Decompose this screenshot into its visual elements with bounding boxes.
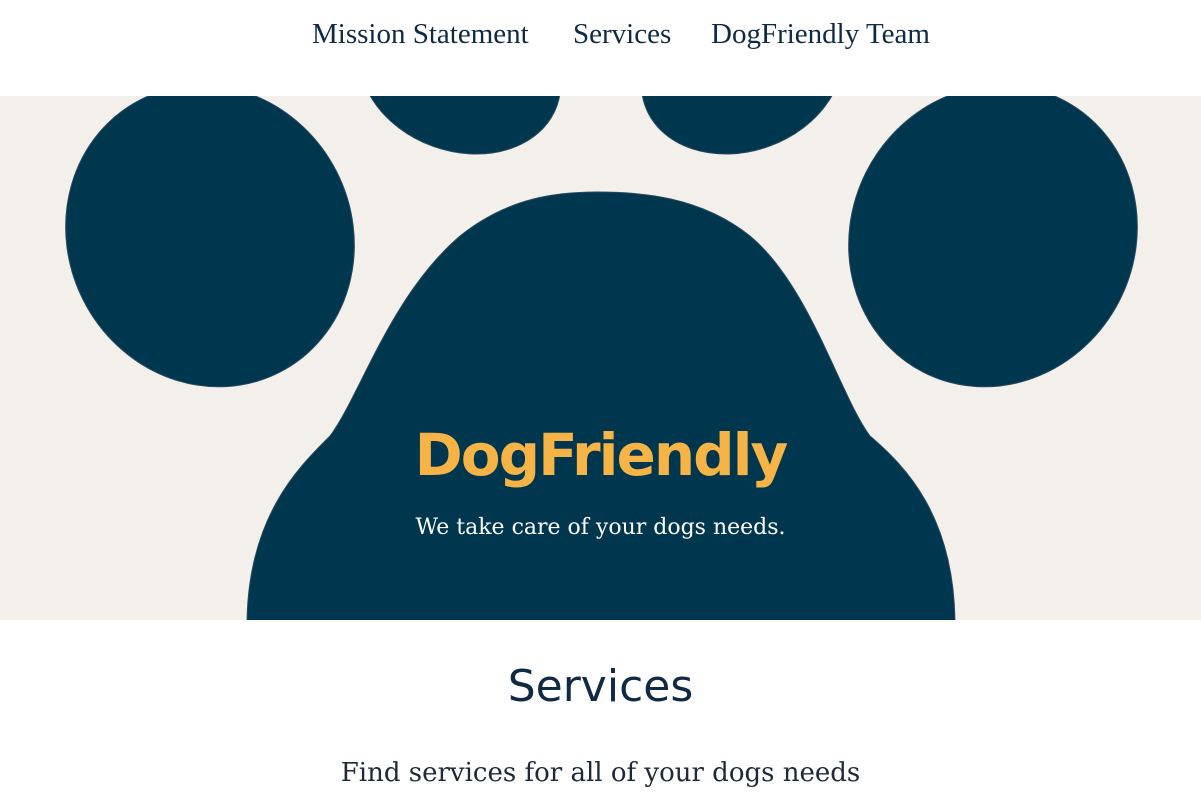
- paw-toe-inner-right: [640, 96, 844, 155]
- hero-banner: DogFriendly We take care of your dogs ne…: [0, 96, 1201, 620]
- nav-link-services[interactable]: Services: [573, 18, 671, 51]
- paw-toe-left: [65, 96, 355, 388]
- paw-print-icon: [65, 96, 1138, 620]
- hero-title: DogFriendly: [414, 421, 789, 489]
- services-section: Services Find services for all of your d…: [0, 620, 1201, 800]
- hero-subtitle: We take care of your dogs needs.: [415, 515, 786, 540]
- nav-link-dogfriendly-team[interactable]: DogFriendly Team: [711, 18, 930, 51]
- nav-link-mission-statement[interactable]: Mission Statement: [312, 18, 529, 51]
- paw-toe-right: [848, 96, 1138, 388]
- paw-toe-inner-left: [358, 96, 562, 155]
- top-navigation: Mission Statement Services DogFriendly T…: [0, 0, 1201, 96]
- services-description: Find services for all of your dogs needs: [340, 758, 861, 788]
- services-heading: Services: [507, 661, 694, 712]
